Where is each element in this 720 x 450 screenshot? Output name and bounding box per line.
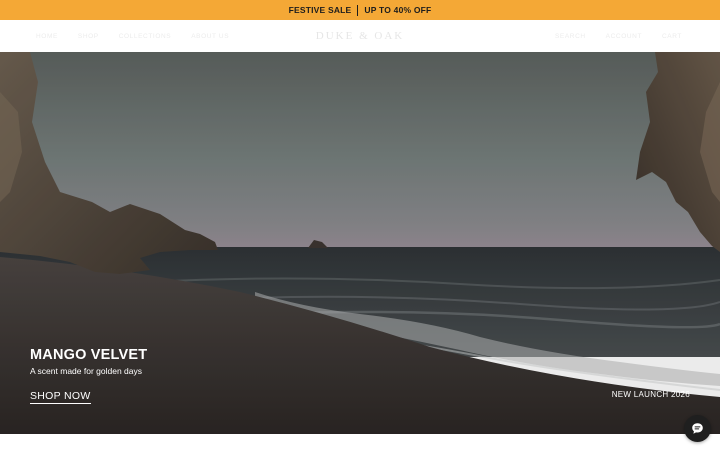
hero-banner[interactable]: MANGO VELVET A scent made for golden day…: [0, 52, 720, 434]
promo-divider: [357, 4, 359, 16]
nav-link-home[interactable]: HOME: [36, 33, 58, 40]
new-launch-label: NEW LAUNCH 2026: [611, 390, 690, 399]
hero-background-image: [0, 52, 720, 434]
hero-subtitle: A scent made for golden days: [30, 366, 142, 376]
nav-link-shop[interactable]: SHOP: [78, 33, 99, 40]
hero-title: MANGO VELVET: [30, 347, 148, 363]
promo-sale-label: FESTIVE SALE: [288, 5, 352, 15]
promo-discount-label: UP TO 40% OFF: [364, 5, 432, 15]
nav-link-about[interactable]: ABOUT US: [191, 33, 229, 40]
nav-link-account[interactable]: ACCOUNT: [606, 33, 642, 40]
chat-bubble-icon: [692, 423, 703, 434]
announcement-bar: FESTIVE SALE UP TO 40% OFF: [0, 0, 720, 20]
nav-link-search[interactable]: SEARCH: [555, 33, 586, 40]
shop-now-link[interactable]: SHOP NOW: [30, 390, 91, 404]
nav-link-cart[interactable]: CART: [662, 33, 682, 40]
nav-left-links: HOME SHOP COLLECTIONS ABOUT US: [36, 20, 229, 52]
chat-button[interactable]: [684, 415, 711, 442]
nav-right-links: SEARCH ACCOUNT CART: [555, 20, 682, 52]
main-navigation: HOME SHOP COLLECTIONS ABOUT US DUKE & OA…: [0, 20, 720, 52]
nav-link-collections[interactable]: COLLECTIONS: [119, 33, 171, 40]
